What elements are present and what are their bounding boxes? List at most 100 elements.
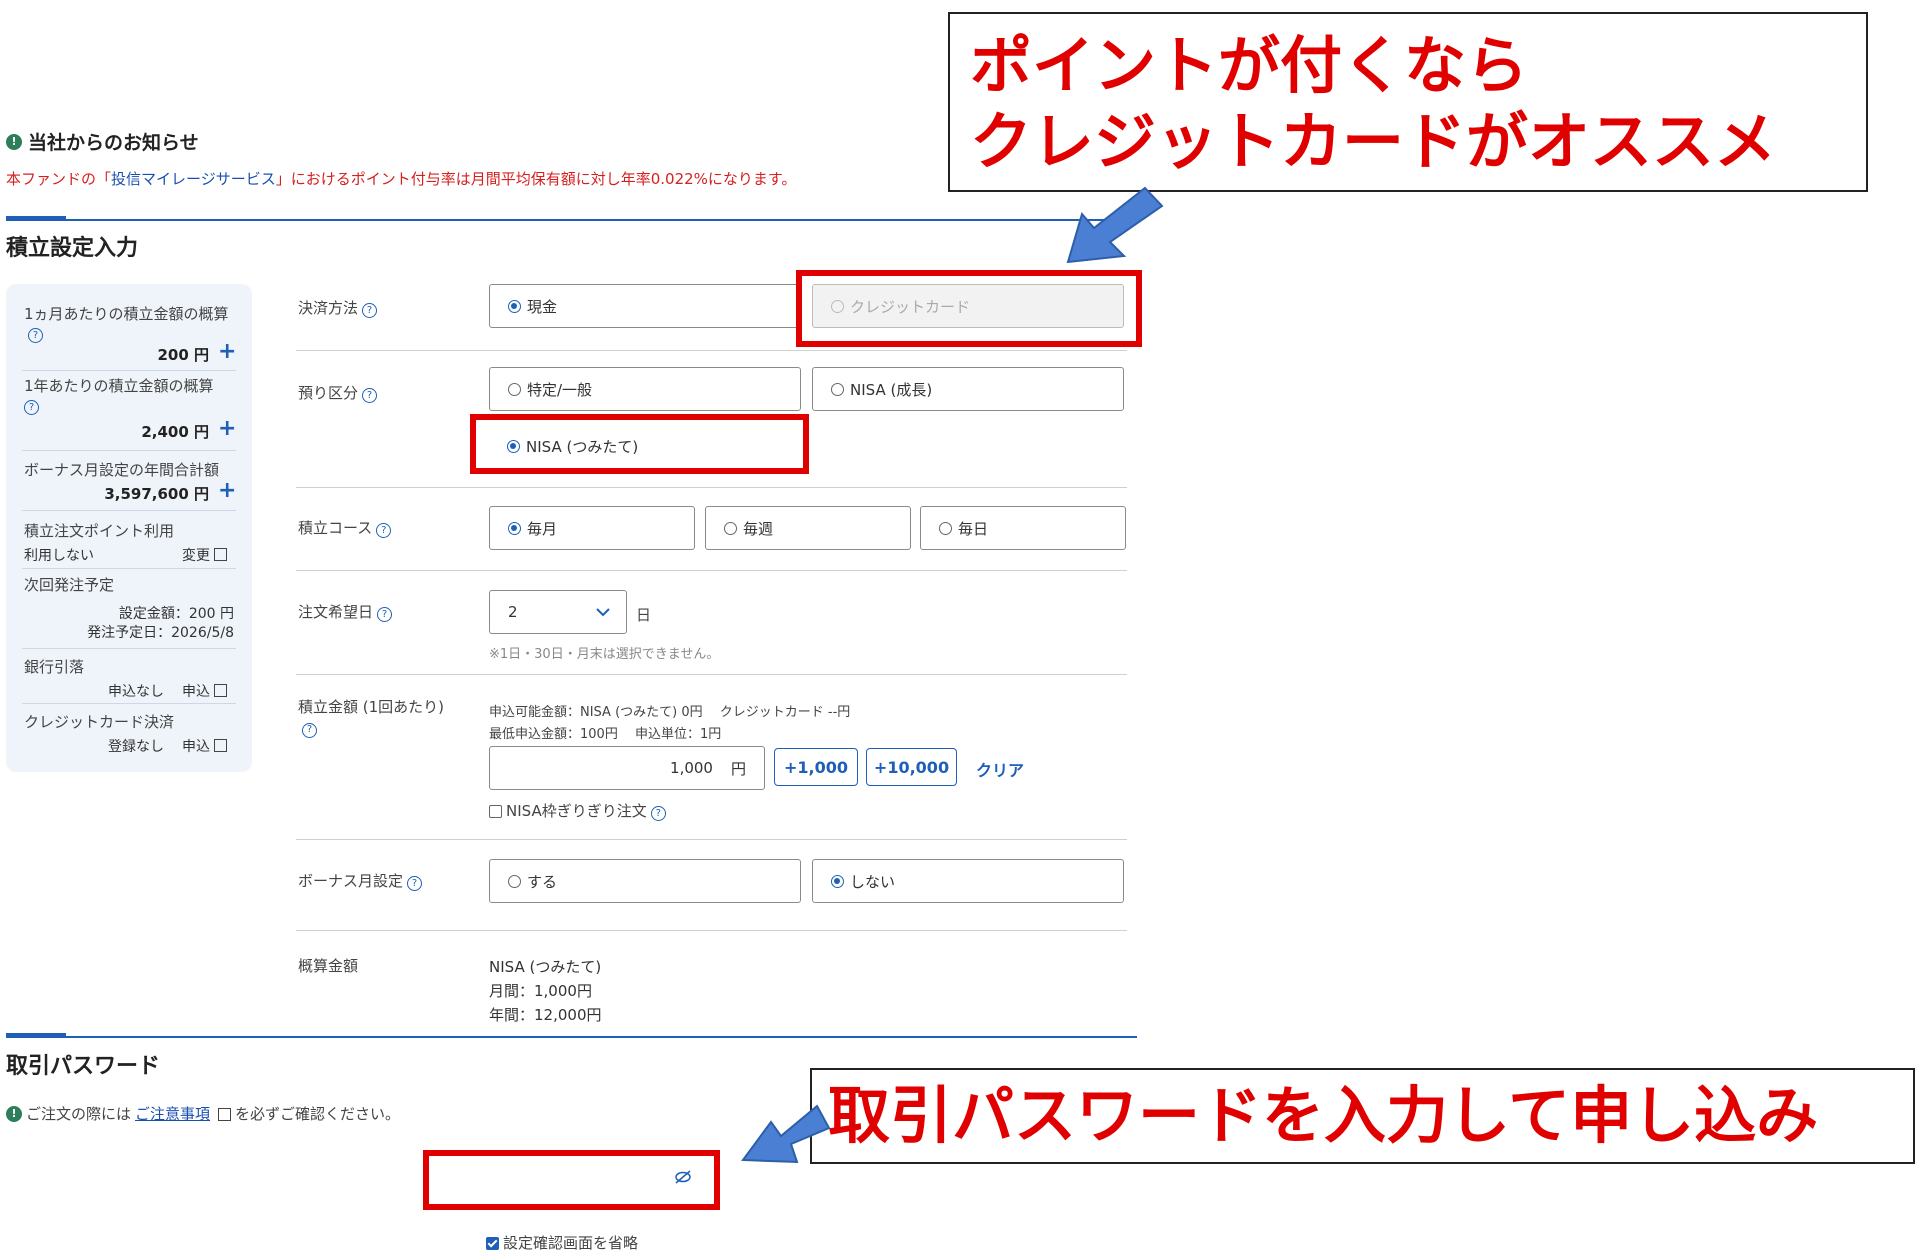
yearly-estimate-value: 2,400 円 xyxy=(141,423,209,441)
section-divider-accent xyxy=(6,1033,66,1038)
bonus-no-option[interactable]: しない xyxy=(812,859,1124,903)
point-usage-label: 積立注文ポイント利用 xyxy=(24,522,175,540)
account-tokutei-option[interactable]: 特定/一般 xyxy=(489,367,801,411)
radio-selected[interactable] xyxy=(508,299,521,313)
clear-button[interactable]: クリア xyxy=(976,757,1024,781)
radio-selected[interactable] xyxy=(508,521,521,535)
next-order-date: 発注予定日：2026/5/8 xyxy=(87,625,234,641)
section-divider xyxy=(6,219,1137,221)
skip-confirm-checkbox[interactable]: 設定確認画面を省略 xyxy=(486,1232,638,1253)
highlight-password xyxy=(423,1150,720,1210)
account-nisa-growth-option[interactable]: NISA (成長) xyxy=(812,367,1124,411)
amount-input[interactable]: 1,000 円 xyxy=(489,746,765,790)
divider xyxy=(22,370,236,371)
help-icon[interactable]: ? xyxy=(407,876,423,891)
estimate-label: 概算金額 xyxy=(298,957,359,975)
divider xyxy=(22,703,236,704)
radio-selected[interactable] xyxy=(831,874,844,888)
bonus-label: ボーナス月設定? xyxy=(298,870,423,891)
checkbox-unchecked[interactable] xyxy=(489,805,502,818)
password-note: ! ご注文の際には ご注意事項 を必ずご確認ください。 xyxy=(6,1103,400,1124)
payment-cash-option[interactable]: 現金 xyxy=(489,284,801,328)
payment-method-label: 決済方法? xyxy=(298,297,378,318)
yearly-estimate-label: 1年あたりの積立金額の概算? xyxy=(24,377,214,415)
divider xyxy=(296,839,1127,840)
help-icon[interactable]: ? xyxy=(362,388,378,403)
divider xyxy=(296,487,1127,488)
bonus-yes-option[interactable]: する xyxy=(489,859,801,903)
credit-card-label: クレジットカード決済 xyxy=(24,713,175,731)
next-order-amount: 設定金額：200 円 xyxy=(118,606,234,622)
divider xyxy=(296,930,1127,931)
order-date-select[interactable]: 2 xyxy=(489,590,627,634)
help-icon[interactable]: ? xyxy=(24,400,39,415)
radio-unselected[interactable] xyxy=(831,382,844,396)
section-divider-accent xyxy=(6,216,66,221)
help-icon[interactable]: ? xyxy=(650,806,666,821)
radio-unselected[interactable] xyxy=(508,382,521,396)
radio-unselected[interactable] xyxy=(724,521,737,535)
notice-text: 本ファンドの「投信マイレージサービス」におけるポイント付与率は月間平均保有額に対… xyxy=(6,170,797,188)
mileage-service-link[interactable]: 投信マイレージサービス xyxy=(111,170,276,188)
course-monthly-option[interactable]: 毎月 xyxy=(489,506,695,550)
caution-link[interactable]: ご注意事項 xyxy=(135,1103,210,1124)
plus-icon[interactable]: + xyxy=(218,339,236,364)
password-title: 取引パスワード xyxy=(6,1054,161,1079)
bonus-total-value: 3,597,600 円 xyxy=(104,485,209,503)
monthly-estimate-label: 1ヵ月あたりの積立金額の概算? xyxy=(24,305,229,343)
radio-unselected[interactable] xyxy=(508,874,521,888)
divider xyxy=(296,350,1127,351)
callout-credit-card: ポイントが付くなら クレジットカードがオススメ xyxy=(948,12,1868,192)
plus-icon[interactable]: + xyxy=(218,416,236,441)
arrow-to-credit-icon xyxy=(1066,186,1164,264)
bonus-total-label: ボーナス月設定の年間合計額 xyxy=(24,461,220,479)
highlight-nisa-tsumitate xyxy=(470,414,809,474)
divider xyxy=(22,450,236,451)
add-10000-button[interactable]: +10,000 xyxy=(866,748,957,786)
radio-unselected[interactable] xyxy=(939,521,952,535)
monthly-estimate-value: 200 円 xyxy=(157,346,209,364)
divider xyxy=(296,674,1127,675)
help-icon[interactable]: ? xyxy=(302,722,317,738)
estimate-values: NISA (つみたて) 月間：1,000円 年間：12,000円 xyxy=(489,958,602,1024)
help-icon[interactable]: ? xyxy=(28,328,43,343)
plus-icon[interactable]: + xyxy=(218,478,236,503)
order-date-unit: 日 xyxy=(636,606,652,624)
divider xyxy=(22,648,236,649)
arrow-to-password-icon xyxy=(741,1104,831,1164)
section-title: 積立設定入力 xyxy=(6,236,139,261)
account-type-label: 預り区分? xyxy=(298,382,378,403)
external-link-icon xyxy=(214,548,227,561)
amount-label: 積立金額 (1回あたり)? xyxy=(298,697,444,738)
order-date-note: ※1日・30日・月末は選択できません。 xyxy=(489,647,720,662)
bank-debit-label: 銀行引落 xyxy=(24,658,85,676)
external-link-icon xyxy=(214,684,227,697)
available-amount: 申込可能金額：NISA (つみたて) 0円 クレジットカード --円 xyxy=(489,705,851,720)
credit-card-status: 登録なし xyxy=(108,739,164,755)
divider xyxy=(22,510,236,511)
bank-apply-link[interactable]: 申込 xyxy=(182,681,227,701)
divider xyxy=(296,570,1127,571)
nisa-limit-checkbox[interactable]: NISA枠ぎりぎり注文? xyxy=(489,800,666,821)
course-daily-option[interactable]: 毎日 xyxy=(920,506,1126,550)
chevron-down-icon xyxy=(596,608,610,617)
point-change-link[interactable]: 変更 xyxy=(182,545,227,565)
external-link-icon xyxy=(214,739,227,752)
divider xyxy=(22,568,236,569)
course-weekly-option[interactable]: 毎週 xyxy=(705,506,911,550)
next-order-label: 次回発注予定 xyxy=(24,576,115,594)
order-date-label: 注文希望日? xyxy=(298,601,393,622)
help-icon[interactable]: ? xyxy=(362,303,378,318)
minimum-amount: 最低申込金額：100円 申込単位：1円 xyxy=(489,727,722,742)
highlight-credit-card xyxy=(796,270,1142,347)
card-apply-link[interactable]: 申込 xyxy=(182,736,227,756)
help-icon[interactable]: ? xyxy=(376,523,392,538)
info-icon: ! xyxy=(6,1105,22,1122)
course-label: 積立コース? xyxy=(298,517,392,538)
add-1000-button[interactable]: +1,000 xyxy=(774,748,858,786)
info-icon: ! xyxy=(6,133,22,150)
checkbox-checked[interactable] xyxy=(486,1237,499,1250)
notice-heading: ! 当社からのお知らせ xyxy=(6,128,199,155)
help-icon[interactable]: ? xyxy=(377,607,393,622)
external-link-icon xyxy=(218,1108,232,1121)
